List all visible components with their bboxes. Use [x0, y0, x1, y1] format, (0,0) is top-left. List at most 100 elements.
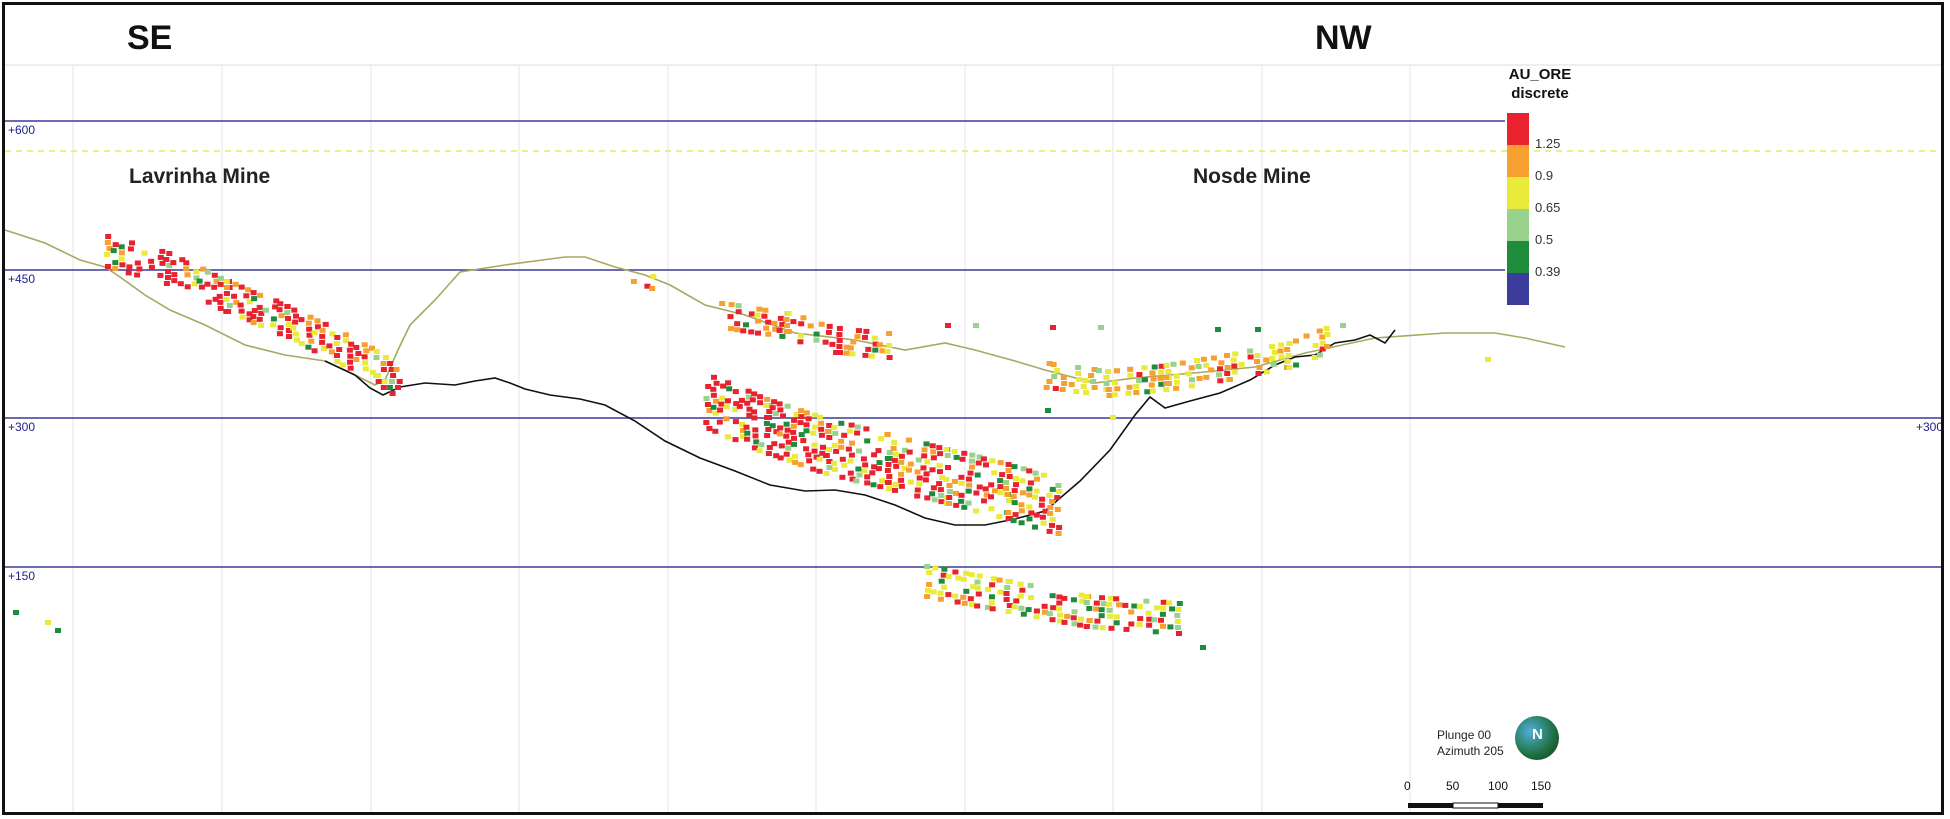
ore-block	[875, 466, 882, 472]
ore-block	[1093, 600, 1100, 606]
ore-block	[855, 466, 862, 472]
ore-block	[966, 482, 973, 488]
ore-block	[810, 430, 817, 436]
legend-tick-4: 0.39	[1535, 264, 1561, 279]
ore-block	[1203, 362, 1210, 368]
ore-block	[251, 296, 258, 302]
ore-block	[764, 397, 771, 402]
compass-north-letter: N	[1532, 726, 1543, 743]
ore-block	[997, 460, 1004, 466]
ore-block	[803, 410, 810, 416]
ore-block	[290, 325, 297, 331]
ore-block	[996, 514, 1003, 520]
ore-block	[898, 459, 905, 465]
ore-block	[1284, 347, 1291, 352]
ore-block	[951, 478, 958, 484]
ore-block	[112, 266, 119, 272]
ore-block	[997, 589, 1004, 595]
ore-block	[752, 427, 759, 433]
ore-block	[1003, 486, 1010, 491]
ore-block	[803, 446, 810, 452]
ore-block	[938, 499, 945, 505]
ore-block	[996, 577, 1003, 583]
ore-block	[396, 379, 403, 384]
ore-block	[1174, 379, 1180, 385]
ore-block	[886, 355, 893, 360]
ore-block	[171, 272, 178, 278]
ore-block	[159, 248, 166, 254]
ore-block	[1086, 606, 1093, 611]
ore-block	[945, 323, 951, 328]
ore-block	[1111, 392, 1118, 398]
ore-block	[771, 399, 778, 405]
ore-block	[183, 260, 190, 266]
ore-block	[342, 332, 349, 338]
ore-block	[937, 451, 944, 457]
ore-block	[307, 314, 314, 320]
ore-block	[319, 327, 326, 333]
ore-block	[1105, 369, 1111, 374]
scale-bar	[1408, 802, 1543, 809]
ore-block	[1173, 385, 1180, 391]
ore-block	[838, 420, 845, 426]
ore-block	[898, 477, 905, 483]
ore-block	[826, 323, 833, 329]
ore-block	[798, 321, 805, 327]
ore-block	[777, 425, 784, 431]
ore-block	[1323, 326, 1330, 331]
ore-block	[890, 445, 897, 451]
ore-block	[915, 457, 922, 463]
ore-block	[710, 392, 717, 398]
ore-block	[991, 470, 998, 476]
ore-block	[924, 594, 931, 599]
ore-block	[732, 389, 739, 395]
elevation-label-300: +300	[8, 420, 36, 434]
ore-block	[952, 593, 959, 599]
ore-block	[336, 347, 343, 352]
ore-block	[1075, 371, 1082, 376]
ore-block	[1050, 605, 1057, 611]
ore-block	[1149, 370, 1156, 376]
ore-block	[148, 258, 155, 264]
ore-block	[650, 274, 657, 279]
ore-block	[1011, 488, 1018, 494]
ore-block	[973, 490, 980, 496]
ore-block	[906, 449, 913, 455]
ore-block	[1018, 520, 1025, 526]
ore-block	[1061, 619, 1068, 625]
ore-block	[163, 281, 170, 286]
ore-block	[771, 320, 778, 326]
ore-block	[758, 442, 765, 448]
ore-block	[905, 437, 912, 443]
ore-block	[1050, 362, 1057, 367]
ore-block	[1046, 611, 1053, 617]
ore-block	[223, 309, 230, 314]
ore-block	[1106, 607, 1113, 613]
ore-block	[1033, 614, 1040, 620]
ore-block	[944, 453, 951, 458]
ore-block	[988, 506, 995, 512]
ore-block	[791, 417, 798, 423]
ore-block	[326, 343, 333, 349]
ore-block	[1082, 378, 1089, 383]
ore-block	[783, 421, 790, 427]
ore-block	[334, 353, 340, 358]
ore-block	[963, 588, 970, 594]
ore-block	[1113, 596, 1120, 602]
ore-block	[848, 452, 855, 458]
ore-block	[831, 442, 838, 448]
ore-block	[183, 266, 190, 272]
ore-block	[1006, 474, 1013, 479]
ore-block	[818, 321, 825, 327]
ore-block	[884, 480, 891, 485]
ore-block	[849, 440, 855, 446]
ore-block	[825, 429, 832, 434]
ore-block	[1188, 365, 1195, 371]
ore-block	[724, 434, 731, 440]
ore-block	[284, 310, 291, 315]
ore-block	[963, 570, 970, 576]
ore-block	[1018, 502, 1025, 508]
ore-block	[728, 302, 735, 308]
ore-block	[223, 279, 230, 284]
ore-block	[988, 600, 995, 606]
